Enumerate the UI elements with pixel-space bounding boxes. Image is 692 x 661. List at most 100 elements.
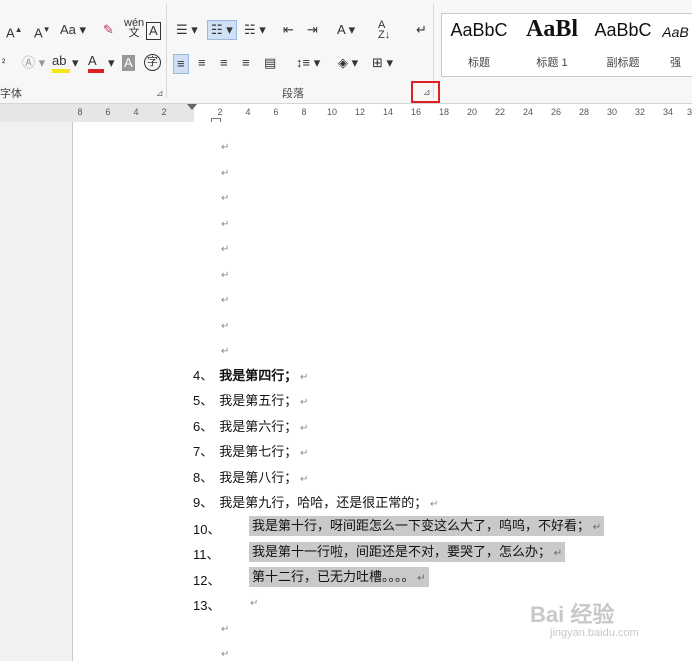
font-color-dropdown-icon[interactable]: ▾ [108, 55, 115, 71]
list-item[interactable]: 7、 我是第七行； ↵ [193, 442, 308, 462]
borders-icon[interactable]: ⊞ ▾ [372, 55, 393, 71]
paragraph-mark: ↵ [221, 193, 230, 204]
list-number: 6、 [193, 419, 214, 434]
watermark-logo: Bai 经验 [530, 602, 615, 627]
ruler-tick: 2 [217, 107, 223, 117]
character-shading-icon[interactable]: A [122, 55, 135, 71]
paragraph-mark: ↵ [221, 649, 230, 660]
justify-icon[interactable]: ≡ [242, 55, 250, 71]
paragraph-group-label: 段落 [282, 88, 304, 100]
ruler-tick: 6 [105, 107, 111, 117]
style-title[interactable]: AaBbC 标题 [442, 14, 516, 76]
font-dialog-launcher-icon[interactable]: ⊿ [156, 88, 164, 99]
ruler-tick: 36 [686, 107, 692, 117]
clear-formatting-icon[interactable]: ✎ [103, 22, 114, 38]
list-item[interactable]: 8、 我是第八行； ↵ [193, 468, 308, 488]
navigation-pane [0, 122, 73, 661]
list-number: 13、 [193, 598, 221, 613]
list-text: 我是第九行，哈哈，还是很正常的； [219, 495, 428, 510]
show-marks-icon[interactable]: ↵ [416, 22, 427, 38]
list-item[interactable]: 5、 我是第五行； ↵ [193, 391, 308, 411]
list-number: 12、 [193, 573, 221, 588]
sort-icon[interactable]: A Z↓ [378, 20, 390, 41]
ruler-tick: 34 [662, 107, 674, 117]
list-item-selected[interactable]: 第十二行，已无力吐槽。。。。 ↵ [249, 567, 429, 587]
list-number: 9、 [193, 495, 214, 510]
font-size-arrow-icon[interactable]: ² [2, 56, 5, 72]
paragraph-mark: ↵ [221, 346, 230, 357]
list-text: 我是第六行； [219, 419, 298, 434]
horizontal-ruler[interactable]: 8 6 4 2 2 4 6 8 10 12 14 16 18 20 22 24 … [0, 104, 692, 122]
list-text: 我是第八行； [219, 470, 298, 485]
chinese-layout-icon[interactable]: A ▾ [337, 22, 355, 38]
multilevel-list-icon[interactable]: ☵ ▾ [244, 22, 266, 38]
list-text: 我是第五行； [219, 393, 298, 408]
list-text: 第十二行，已无力吐槽。。。。 [252, 569, 415, 584]
distributed-icon[interactable]: ▤ [264, 55, 276, 71]
ruler-tick: 10 [326, 107, 338, 117]
increase-indent-icon[interactable]: ⇥ [307, 22, 318, 38]
watermark-url: jingyan.baidu.com [550, 627, 639, 639]
paragraph-mark: ↵ [221, 321, 230, 332]
ruler-tick: 22 [494, 107, 506, 117]
list-number: 7、 [193, 444, 214, 459]
paragraph-mark: ↵ [221, 219, 230, 230]
shading-icon[interactable]: ◈ ▾ [338, 55, 358, 71]
style-strong[interactable]: AaB 强 [658, 14, 692, 76]
styles-gallery: AaBbC 标题 AaBl 标题 1 AaBbC 副标题 AaB 强 [441, 13, 692, 77]
ruler-tick: 18 [438, 107, 450, 117]
list-number: 11、 [193, 547, 220, 562]
ruler-tick: 6 [273, 107, 279, 117]
paragraph-mark: ↵ [250, 598, 259, 609]
ruler-tick: 4 [133, 107, 139, 117]
annotation-highlight-box [411, 81, 440, 103]
list-number: 8、 [193, 470, 214, 485]
paragraph-mark: ↵ [221, 624, 230, 635]
character-border-icon[interactable]: A [146, 22, 161, 40]
align-center-icon[interactable]: ≡ [198, 55, 206, 71]
font-size-increase-icon[interactable]: A▲ [6, 22, 23, 41]
style-subtitle[interactable]: AaBbC 副标题 [588, 14, 658, 76]
align-left-icon[interactable]: ≡ [173, 54, 189, 74]
list-item[interactable]: 4、 我是第四行； ↵ [193, 366, 308, 386]
list-item-selected[interactable]: 我是第十一行啦，间距还是不对，要哭了，怎么办； ↵ [249, 542, 566, 562]
bullets-icon[interactable]: ☰ ▾ [176, 22, 198, 38]
phonetic-guide-icon[interactable]: wén 文 [124, 18, 144, 39]
paragraph-mark: ↵ [221, 244, 230, 255]
first-line-indent-marker[interactable] [187, 104, 197, 110]
list-item-selected[interactable]: 我是第十行，呀间距怎么一下变这么大了，呜呜，不好看； ↵ [249, 516, 605, 536]
font-size-decrease-icon[interactable]: A▼ [34, 22, 51, 41]
change-case-button[interactable]: Aa ▾ [60, 22, 86, 38]
paragraph-mark: ↵ [221, 142, 230, 153]
ruler-tick: 26 [550, 107, 562, 117]
numbering-icon[interactable]: ☷ ▾ [207, 20, 237, 40]
ruler-tick: 4 [245, 107, 251, 117]
list-text: 我是第四行； [219, 368, 298, 383]
ruler-tick: 2 [161, 107, 167, 117]
ribbon: A▲ A▼ Aa ▾ ✎ wén 文 A ² Ⓐ ▾ ab ▾ A ▾ A 字 字… [0, 0, 692, 104]
ruler-tick: 12 [354, 107, 366, 117]
text-effects-icon[interactable]: Ⓐ ▾ [22, 55, 45, 71]
ruler-tick: 8 [301, 107, 307, 117]
ruler-tick: 16 [410, 107, 422, 117]
line-spacing-icon[interactable]: ↕≡ ▾ [296, 55, 320, 71]
paragraph-mark: ↵ [221, 168, 230, 179]
enclose-characters-icon[interactable]: 字 [144, 54, 161, 71]
ruler-tick: 14 [382, 107, 394, 117]
text-highlight-icon[interactable]: ab [52, 53, 70, 73]
ruler-tick: 20 [466, 107, 478, 117]
font-group-label: 字体 [0, 88, 22, 100]
list-item[interactable]: 6、 我是第六行； ↵ [193, 417, 308, 437]
document-page[interactable]: ↵ ↵ ↵ ↵ ↵ ↵ ↵ ↵ ↵ 4、 我是第四行； ↵ 5、 我是第五行； ↵ … [74, 122, 692, 661]
highlight-dropdown-icon[interactable]: ▾ [72, 55, 79, 71]
font-color-icon[interactable]: A [88, 53, 104, 73]
align-right-icon[interactable]: ≡ [220, 55, 228, 71]
decrease-indent-icon[interactable]: ⇤ [283, 22, 294, 38]
style-heading-1[interactable]: AaBl 标题 1 [516, 14, 588, 76]
list-item[interactable]: 9、 我是第九行，哈哈，还是很正常的； ↵ [193, 493, 438, 513]
list-number: 5、 [193, 393, 214, 408]
ruler-tick: 30 [606, 107, 618, 117]
list-text: 我是第十行，呀间距怎么一下变这么大了，呜呜，不好看； [252, 518, 591, 533]
paragraph-mark: ↵ [221, 270, 230, 281]
list-number: 10、 [193, 522, 221, 537]
